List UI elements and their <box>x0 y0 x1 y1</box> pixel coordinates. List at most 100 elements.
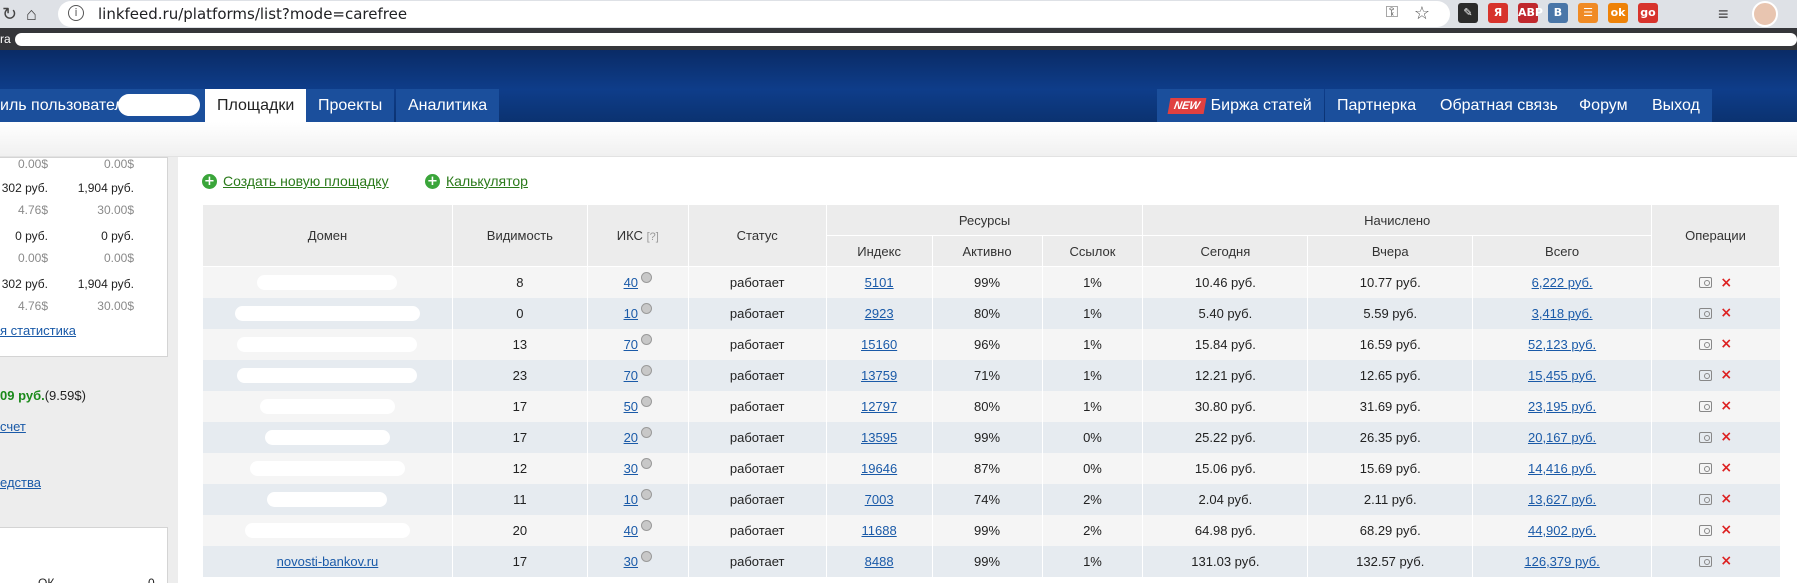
total-link[interactable]: 52,123 руб. <box>1528 337 1596 352</box>
address-bar[interactable]: i linkfeed.ru/platforms/list?mode=carefr… <box>58 1 1450 27</box>
go-icon[interactable]: go <box>1638 3 1658 23</box>
total-link[interactable]: 23,195 руб. <box>1528 399 1596 414</box>
adblock-icon[interactable]: ABP <box>1518 3 1543 23</box>
index-link[interactable]: 15160 <box>861 337 897 352</box>
sidebar-funds-link[interactable]: едства <box>0 475 41 490</box>
header-domain[interactable]: Домен <box>202 204 453 267</box>
tab-platforms[interactable]: Площадки <box>205 89 307 122</box>
yandex-icon[interactable]: Я <box>1488 3 1508 23</box>
header-index[interactable]: Индекс <box>825 235 933 267</box>
bookmark-label[interactable]: ra <box>0 32 11 46</box>
info-icon[interactable] <box>641 550 653 562</box>
edit-icon[interactable] <box>1699 462 1713 474</box>
tab-affiliate[interactable]: Партнерка <box>1325 89 1429 122</box>
rss-icon[interactable]: ☰ <box>1578 3 1598 23</box>
header-today[interactable]: Сегодня <box>1142 235 1309 267</box>
edit-icon[interactable] <box>1699 431 1713 443</box>
reload-icon[interactable]: ↻ <box>2 3 17 25</box>
vk-icon[interactable]: B <box>1548 3 1568 23</box>
header-links[interactable]: Ссылок <box>1041 235 1144 267</box>
tab-article-exchange[interactable]: NEW Биржа статей <box>1157 89 1324 122</box>
info-icon[interactable] <box>641 302 653 314</box>
info-icon[interactable] <box>641 488 653 500</box>
delete-icon[interactable]: × <box>1720 336 1732 352</box>
iks-link[interactable]: 30 <box>624 461 638 476</box>
delete-icon[interactable]: × <box>1720 305 1732 321</box>
info-icon[interactable] <box>641 333 653 345</box>
index-link[interactable]: 13759 <box>861 368 897 383</box>
url-text[interactable]: linkfeed.ru/platforms/list?mode=carefree <box>98 5 407 23</box>
index-link[interactable]: 19646 <box>861 461 897 476</box>
index-link[interactable]: 12797 <box>861 399 897 414</box>
edit-icon[interactable] <box>1699 400 1713 412</box>
index-link[interactable]: 7003 <box>865 492 894 507</box>
info-icon[interactable] <box>641 457 653 469</box>
total-link[interactable]: 126,379 руб. <box>1524 554 1599 569</box>
iks-link[interactable]: 20 <box>624 430 638 445</box>
create-platform-link[interactable]: Создать новую площадку <box>223 173 389 189</box>
site-info-icon[interactable]: i <box>68 5 84 21</box>
index-link[interactable]: 5101 <box>865 275 894 290</box>
iks-link[interactable]: 10 <box>624 306 638 321</box>
tab-feedback[interactable]: Обратная связь <box>1428 89 1570 122</box>
delete-icon[interactable]: × <box>1720 275 1732 291</box>
iks-link[interactable]: 70 <box>624 337 638 352</box>
delete-icon[interactable]: × <box>1720 367 1732 383</box>
calculator-link[interactable]: Калькулятор <box>446 173 528 189</box>
tab-forum[interactable]: Форум <box>1567 89 1640 122</box>
iks-help-icon[interactable]: [?] <box>647 231 659 243</box>
info-icon[interactable] <box>641 271 653 283</box>
iks-link[interactable]: 40 <box>624 275 638 290</box>
info-icon[interactable] <box>641 395 653 407</box>
info-icon[interactable] <box>641 364 653 376</box>
total-link[interactable]: 14,416 руб. <box>1528 461 1596 476</box>
delete-icon[interactable]: × <box>1720 460 1732 476</box>
sidebar-account-link[interactable]: счет <box>0 419 26 434</box>
reading-list-icon[interactable]: ≡ <box>1718 3 1729 25</box>
header-visibility[interactable]: Видимость <box>451 204 588 267</box>
header-total[interactable]: Всего <box>1472 235 1652 267</box>
edit-icon[interactable] <box>1699 277 1713 289</box>
bookmark-star-icon[interactable]: ☆ <box>1414 3 1430 24</box>
edit-icon[interactable] <box>1699 555 1713 567</box>
total-link[interactable]: 15,455 руб. <box>1528 368 1596 383</box>
iks-link[interactable]: 70 <box>624 368 638 383</box>
info-icon[interactable] <box>641 519 653 531</box>
tab-analytics[interactable]: Аналитика <box>396 89 500 122</box>
ext-bookmark-icon[interactable]: ✎ <box>1458 3 1478 23</box>
iks-link[interactable]: 30 <box>624 554 638 569</box>
delete-icon[interactable]: × <box>1720 429 1732 445</box>
odnoklassniki-icon[interactable]: ok <box>1608 3 1628 23</box>
edit-icon[interactable] <box>1699 524 1713 536</box>
header-active[interactable]: Активно <box>931 235 1043 267</box>
plus-icon[interactable]: + <box>202 174 217 189</box>
total-link[interactable]: 44,902 руб. <box>1528 523 1596 538</box>
header-status[interactable]: Статус <box>687 204 827 267</box>
profile-avatar[interactable] <box>1752 1 1778 27</box>
delete-icon[interactable]: × <box>1720 491 1732 507</box>
home-icon[interactable]: ⌂ <box>26 3 37 25</box>
edit-icon[interactable] <box>1699 307 1713 319</box>
total-link[interactable]: 20,167 руб. <box>1528 430 1596 445</box>
edit-icon[interactable] <box>1699 338 1713 350</box>
iks-link[interactable]: 50 <box>624 399 638 414</box>
index-link[interactable]: 13595 <box>861 430 897 445</box>
iks-link[interactable]: 40 <box>624 523 638 538</box>
domain-link[interactable]: novosti-bankov.ru <box>277 554 379 569</box>
total-link[interactable]: 6,222 руб. <box>1532 275 1593 290</box>
key-icon[interactable]: ⚿ <box>1386 4 1398 22</box>
delete-icon[interactable]: × <box>1720 398 1732 414</box>
index-link[interactable]: 2923 <box>865 306 894 321</box>
total-link[interactable]: 3,418 руб. <box>1532 306 1593 321</box>
sidebar-stats-link[interactable]: я статистика <box>0 323 76 338</box>
edit-icon[interactable] <box>1699 493 1713 505</box>
tab-logout[interactable]: Выход <box>1640 89 1712 122</box>
edit-icon[interactable] <box>1699 369 1713 381</box>
header-iks[interactable]: ИКС [?] <box>586 204 689 267</box>
plus-icon[interactable]: + <box>425 174 440 189</box>
delete-icon[interactable]: × <box>1720 522 1732 538</box>
delete-icon[interactable]: × <box>1720 553 1732 569</box>
info-icon[interactable] <box>641 426 653 438</box>
total-link[interactable]: 13,627 руб. <box>1528 492 1596 507</box>
header-yesterday[interactable]: Вчера <box>1307 235 1474 267</box>
